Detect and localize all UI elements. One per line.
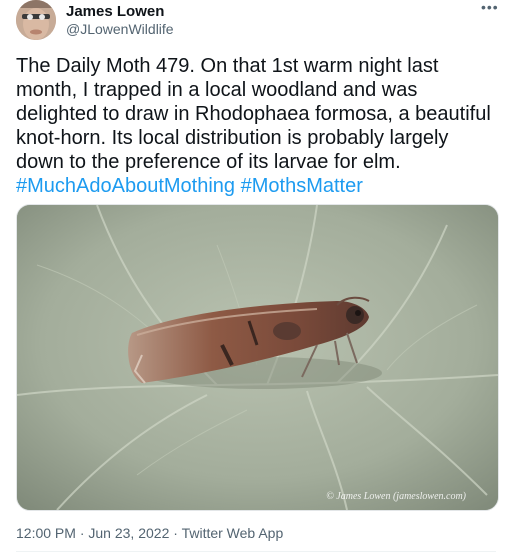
tweet-photo[interactable]: © James Lowen (jameslowen.com) — [16, 204, 499, 511]
author-name[interactable]: James Lowen — [66, 3, 164, 21]
moth-photo — [17, 205, 498, 510]
avatar-image — [16, 0, 56, 40]
author-avatar[interactable] — [16, 0, 56, 40]
tweet-source[interactable]: Twitter Web App — [182, 525, 284, 541]
author-handle[interactable]: @JLowenWildlife — [66, 21, 174, 38]
tweet-date[interactable]: Jun 23, 2022 — [88, 525, 169, 541]
tweet-meta: 12:00 PM · Jun 23, 2022 · Twitter Web Ap… — [16, 524, 283, 542]
photo-credit: © James Lowen (jameslowen.com) — [326, 491, 466, 502]
tweet-body: The Daily Moth 479. On that 1st warm nig… — [16, 55, 497, 173]
more-horizontal-icon[interactable]: ••• — [481, 0, 498, 18]
hashtag-link[interactable]: #MuchAdoAboutMothing — [16, 175, 235, 197]
tweet-text: The Daily Moth 479. On that 1st warm nig… — [16, 54, 500, 198]
divider — [16, 551, 496, 552]
meta-separator: · — [169, 525, 182, 541]
meta-separator: · — [75, 525, 89, 541]
hashtag-link[interactable]: #MothsMatter — [241, 175, 363, 197]
tweet-time[interactable]: 12:00 PM — [16, 525, 76, 541]
